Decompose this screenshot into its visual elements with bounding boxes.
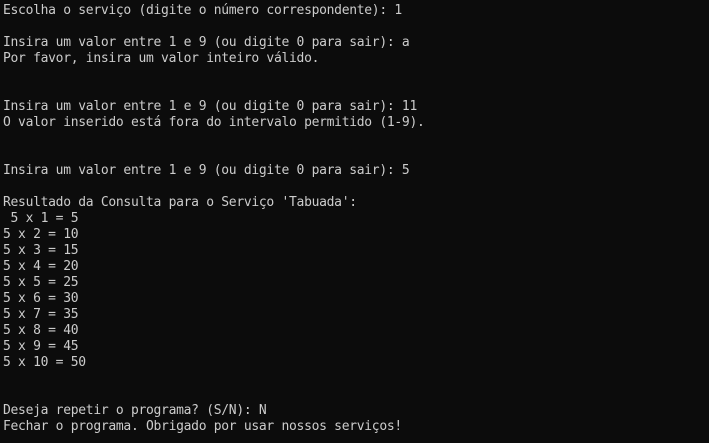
console-line: Deseja repetir o programa? (S/N): N (3, 403, 267, 418)
console-line: 5 x 5 = 25 (3, 275, 79, 290)
console-line: 5 x 6 = 30 (3, 291, 79, 306)
console-line: Escolha o serviço (digite o número corre… (3, 3, 402, 18)
console-line: 5 x 4 = 20 (3, 259, 79, 274)
console-line: Fechar o programa. Obrigado por usar nos… (3, 419, 402, 434)
console-line: Insira um valor entre 1 e 9 (ou digite 0… (3, 99, 417, 114)
console-line: O valor inserido está fora do intervalo … (3, 115, 425, 130)
console-window[interactable]: Escolha o serviço (digite o número corre… (0, 0, 709, 443)
console-line: Por favor, insira um valor inteiro válid… (3, 51, 320, 66)
console-line: 5 x 1 = 5 (3, 211, 79, 226)
console-line: 5 x 9 = 45 (3, 339, 79, 354)
console-line: Insira um valor entre 1 e 9 (ou digite 0… (3, 35, 410, 50)
console-line: 5 x 8 = 40 (3, 323, 79, 338)
console-line: 5 x 3 = 15 (3, 243, 79, 258)
console-line: Insira um valor entre 1 e 9 (ou digite 0… (3, 163, 410, 178)
console-line: Resultado da Consulta para o Serviço 'Ta… (3, 195, 357, 210)
console-line: 5 x 2 = 10 (3, 227, 79, 242)
console-line: 5 x 7 = 35 (3, 307, 79, 322)
console-line: 5 x 10 = 50 (3, 355, 86, 370)
